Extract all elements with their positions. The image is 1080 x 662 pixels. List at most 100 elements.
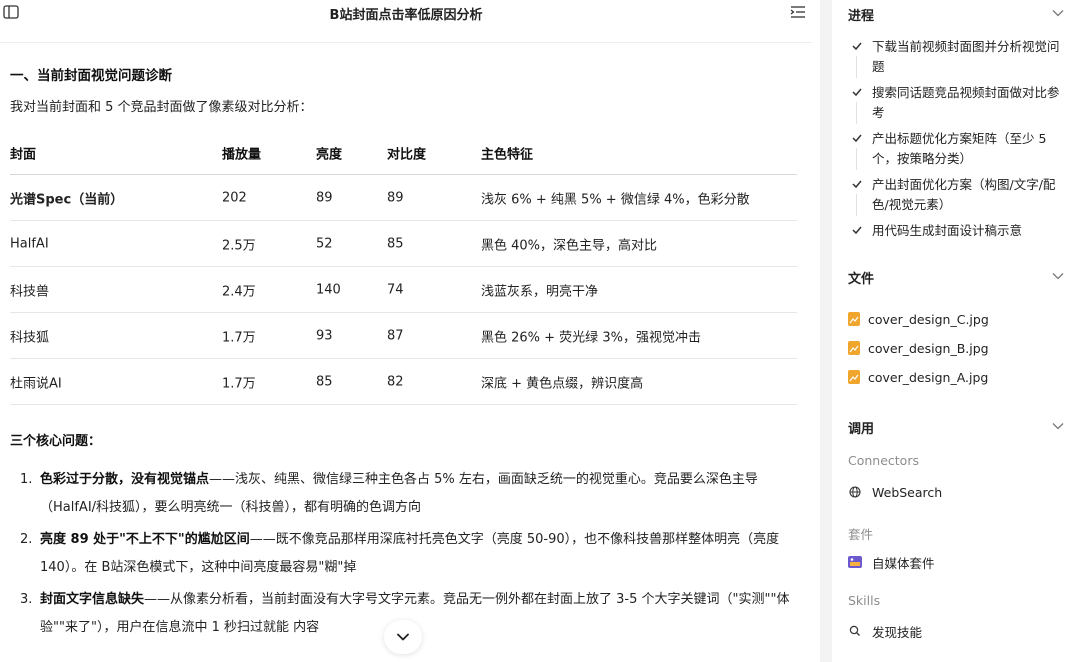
table-cell: 52 — [316, 236, 333, 251]
table-cell: 85 — [316, 374, 333, 389]
task-label: 产出标题优化方案矩阵（至少 5 个，按策略分类） — [872, 131, 1047, 166]
check-icon — [852, 134, 862, 143]
list-item: 1. 色彩过于分散，没有视觉锚点——浅灰、纯黑、微信绿三种主色各占 5% 左右，… — [20, 466, 800, 522]
comparison-table: 封面 播放量 亮度 对比度 主色特征 光谱Spec（当前） 202 89 89 … — [10, 132, 797, 405]
table-cell: 93 — [316, 328, 333, 343]
column-header: 对比度 — [387, 147, 427, 163]
scroll-to-bottom-button[interactable] — [384, 620, 422, 654]
search-icon — [848, 624, 862, 638]
table-row: 光谱Spec（当前） 202 89 89 浅灰 6% + 纯黑 5% + 微信绿… — [10, 175, 797, 221]
list-number: 3. — [20, 592, 33, 607]
check-icon — [852, 180, 862, 189]
top-bar: B站封面点击率低原因分析 — [0, 0, 812, 26]
issues-heading: 三个核心问题： — [10, 434, 102, 449]
table-cell: 202 — [222, 190, 247, 205]
file-name: cover_design_B.jpg — [868, 340, 989, 356]
table-cell: 82 — [387, 374, 404, 389]
table-cell: 1.7万 — [222, 376, 256, 391]
column-header: 播放量 — [222, 147, 262, 163]
table-cell: 2.4万 — [222, 284, 256, 299]
file-item[interactable]: cover_design_A.jpg — [848, 367, 988, 387]
chevron-down-icon[interactable] — [1052, 9, 1064, 17]
side-panel: 进程 下载当前视频封面图并分析视觉问题 搜索同话题竞品视频封面做对比参考 产出标… — [832, 0, 1080, 662]
table-cell: 科技兽 — [10, 284, 50, 299]
progress-section-title: 进程 — [848, 9, 875, 24]
task-label: 搜索同话题竞品视频封面做对比参考 — [872, 85, 1060, 120]
check-icon — [852, 88, 862, 97]
file-item[interactable]: cover_design_C.jpg — [848, 309, 989, 329]
task-item: 产出标题优化方案矩阵（至少 5 个，按策略分类） — [852, 129, 1066, 169]
globe-icon — [848, 485, 862, 499]
issues-list: 1. 色彩过于分散，没有视觉锚点——浅灰、纯黑、微信绿三种主色各占 5% 左右，… — [20, 466, 800, 646]
file-name: cover_design_A.jpg — [868, 369, 989, 385]
table-cell: 89 — [316, 190, 333, 205]
panel-divider — [820, 0, 832, 662]
table-row: HalfAI 2.5万 52 85 黑色 40%，深色主导，高对比 — [10, 221, 797, 267]
table-cell: 87 — [387, 328, 404, 343]
issue-title: 封面文字信息缺失 — [40, 592, 145, 607]
file-item[interactable]: cover_design_B.jpg — [848, 338, 989, 358]
connector-item[interactable]: WebSearch — [848, 482, 942, 502]
task-item: 下载当前视频封面图并分析视觉问题 — [852, 37, 1066, 77]
table-row: 科技兽 2.4万 140 74 浅蓝灰系，明亮干净 — [10, 267, 797, 313]
table-row: 科技狐 1.7万 93 87 黑色 26% + 荧光绿 3%，强视觉冲击 — [10, 313, 797, 359]
image-file-icon — [848, 370, 860, 384]
column-header: 主色特征 — [481, 147, 534, 163]
table-cell: 黑色 26% + 荧光绿 3%，强视觉冲击 — [481, 330, 701, 345]
table-cell: 85 — [387, 236, 404, 251]
image-file-icon — [848, 341, 860, 355]
table-cell: 2.5万 — [222, 238, 256, 253]
outline-icon[interactable] — [790, 5, 806, 19]
skill-name: 发现技能 — [872, 624, 923, 640]
table-cell: 杜雨说AI — [10, 376, 62, 391]
task-item: 搜索同话题竞品视频封面做对比参考 — [852, 83, 1066, 123]
skills-label: Skills — [848, 593, 881, 608]
task-label: 用代码生成封面设计稿示意 — [872, 223, 1023, 238]
intro-text: 我对当前封面和 5 个竞品封面做了像素级对比分析： — [10, 100, 313, 115]
image-file-icon — [848, 312, 860, 326]
task-label: 产出封面优化方案（构图/文字/配色/视觉元素） — [872, 177, 1056, 212]
table-cell: 74 — [387, 282, 404, 297]
table-cell: 浅蓝灰系，明亮干净 — [481, 284, 599, 299]
files-section-title: 文件 — [848, 272, 875, 287]
column-header: 亮度 — [316, 147, 343, 163]
issue-title: 亮度 89 处于"不上不下"的尴尬区间 — [40, 532, 250, 547]
chevron-down-icon[interactable] — [1052, 422, 1064, 430]
list-number: 1. — [20, 472, 33, 487]
page-title: B站封面点击率低原因分析 — [329, 8, 483, 23]
connector-name: WebSearch — [872, 484, 943, 500]
suites-label: 套件 — [848, 527, 874, 542]
column-header: 封面 — [10, 147, 37, 163]
table-cell: HalfAI — [10, 236, 49, 251]
table-header-row: 封面 播放量 亮度 对比度 主色特征 — [10, 132, 797, 175]
file-name: cover_design_C.jpg — [868, 311, 989, 327]
section-heading: 一、当前封面视觉问题诊断 — [10, 68, 172, 84]
main-pane: B站封面点击率低原因分析 一、当前封面视觉问题诊断 我对当前封面和 5 个竞品封… — [0, 0, 812, 662]
task-item: 用代码生成封面设计稿示意 — [852, 221, 1066, 241]
issue-title: 色彩过于分散，没有视觉锚点 — [40, 472, 210, 487]
table-cell: 科技狐 — [10, 330, 50, 345]
table-cell: 黑色 40%，深色主导，高对比 — [481, 238, 658, 253]
table-row: 杜雨说AI 1.7万 85 82 深底 + 黄色点缀，辨识度高 — [10, 359, 797, 405]
list-number: 2. — [20, 532, 33, 547]
table-cell: 89 — [387, 190, 404, 205]
header-divider — [0, 42, 812, 43]
table-cell: 1.7万 — [222, 330, 256, 345]
list-item: 2. 亮度 89 处于"不上不下"的尴尬区间——既不像竞品那样用深底衬托亮色文字… — [20, 526, 800, 582]
table-cell: 浅灰 6% + 纯黑 5% + 微信绿 4%，色彩分散 — [481, 192, 750, 207]
table-cell: 深底 + 黄色点缀，辨识度高 — [481, 376, 644, 391]
task-item: 产出封面优化方案（构图/文字/配色/视觉元素） — [852, 175, 1066, 215]
task-label: 下载当前视频封面图并分析视觉问题 — [872, 39, 1060, 74]
suite-icon — [848, 555, 862, 569]
suite-name: 自媒体套件 — [872, 555, 935, 571]
table-cell: 光谱Spec（当前） — [10, 192, 124, 207]
check-icon — [852, 42, 862, 51]
connectors-label: Connectors — [848, 453, 919, 468]
check-icon — [852, 226, 862, 235]
chevron-down-icon — [397, 633, 409, 641]
chevron-down-icon[interactable] — [1052, 272, 1064, 280]
skill-item[interactable]: 发现技能 — [848, 621, 922, 641]
table-cell: 140 — [316, 282, 341, 297]
suite-item[interactable]: 自媒体套件 — [848, 552, 935, 572]
calls-section-title: 调用 — [848, 422, 875, 437]
